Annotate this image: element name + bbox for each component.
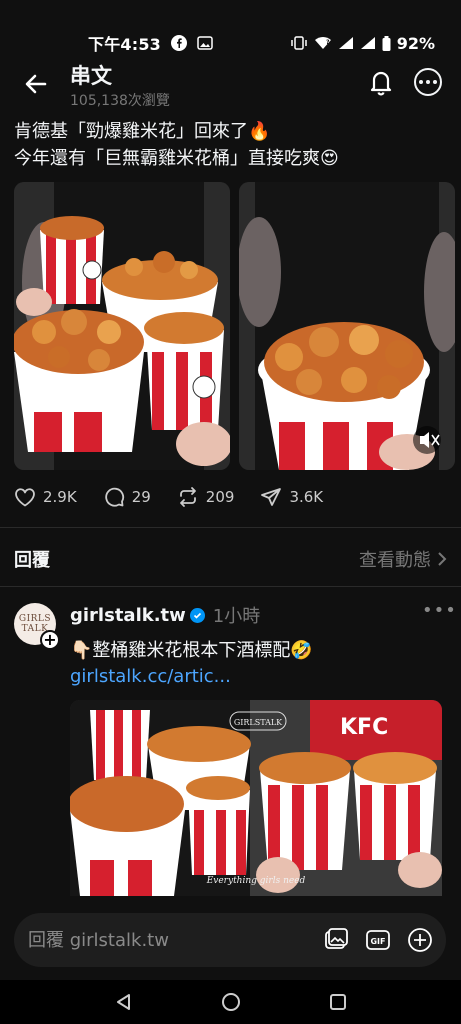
- post-actions: 2.9K 29 209 3.6K: [14, 486, 349, 508]
- image-watermark: GIRLSTALK: [234, 718, 283, 727]
- reply-username[interactable]: girlstalk.tw: [70, 605, 186, 626]
- back-arrow-icon[interactable]: [22, 70, 50, 98]
- more-options-icon[interactable]: [414, 68, 442, 96]
- repost-icon: [179, 487, 196, 507]
- image-caption: Everything girls need: [206, 876, 306, 886]
- comment-count: 29: [131, 488, 151, 506]
- system-nav-bar: [0, 980, 461, 1024]
- reply-header: girlstalk.tw 1小時: [70, 602, 260, 628]
- nav-back-icon[interactable]: [111, 989, 137, 1015]
- reply-time: 1小時: [212, 606, 261, 627]
- wifi-icon: ?: [314, 36, 332, 50]
- reply-text: 👇🏻整桶雞米花根本下酒標配🤣: [70, 636, 313, 662]
- rofl-emoji: 🤣: [290, 640, 313, 661]
- signal-icon-2: [360, 36, 376, 50]
- heart-eyes-emoji: 😍: [320, 148, 339, 169]
- nav-recents-icon[interactable]: [325, 989, 351, 1015]
- avatar-text-1: GIRLS: [18, 614, 52, 624]
- post-line-1: 肯德基「勁爆雞米花」回來了: [14, 121, 248, 142]
- status-bar: 下午4:53 ? 92%: [0, 0, 461, 62]
- divider: [0, 527, 461, 528]
- post-text: 肯德基「勁爆雞米花」回來了🔥 今年還有「巨無霸雞米花桶」直接吃爽😍: [14, 118, 339, 172]
- facebook-icon: [171, 35, 187, 51]
- page-title: 串文: [70, 64, 112, 88]
- post-image-2[interactable]: [239, 182, 455, 470]
- heart-icon: [15, 488, 35, 507]
- verified-badge-icon: [189, 607, 205, 623]
- fire-emoji: 🔥: [248, 121, 271, 142]
- replies-header: 回覆 查看動態: [14, 544, 447, 574]
- bell-icon[interactable]: [366, 67, 396, 97]
- comment-icon: [105, 487, 124, 507]
- top-bar: 串文 105,138次瀏覽: [0, 58, 461, 113]
- reply-text-body: 整桶雞米花根本下酒標配: [92, 640, 291, 661]
- comment-button[interactable]: 29: [103, 486, 151, 508]
- status-time: 下午4:53: [88, 35, 161, 54]
- signal-icon: [338, 36, 354, 50]
- vibrate-icon: [290, 36, 308, 50]
- like-button[interactable]: 2.9K: [14, 487, 77, 507]
- reply-more-icon[interactable]: •••: [422, 600, 457, 621]
- share-button[interactable]: 3.6K: [260, 486, 323, 508]
- reply-link[interactable]: girlstalk.cc/artic...: [70, 666, 231, 687]
- send-icon: [261, 488, 282, 506]
- chevron-right-icon: [438, 552, 447, 566]
- svg-text:GIF: GIF: [370, 937, 385, 946]
- post-image-1[interactable]: [14, 182, 230, 470]
- like-count: 2.9K: [43, 488, 77, 506]
- share-count: 3.6K: [289, 488, 324, 506]
- reply-image[interactable]: KFC GIRLSTALK Everything girls need: [70, 700, 442, 896]
- view-activity-label: 查看動態: [359, 550, 431, 571]
- svg-text:KFC: KFC: [340, 715, 388, 740]
- nav-home-icon[interactable]: [218, 989, 244, 1015]
- post-line-2: 今年還有「巨無霸雞米花桶」直接吃爽: [14, 148, 320, 169]
- replies-title: 回覆: [14, 550, 50, 571]
- view-count: 105,138次瀏覽: [70, 93, 170, 109]
- follow-plus-icon[interactable]: +: [40, 630, 60, 650]
- add-icon[interactable]: [406, 926, 434, 954]
- point-down-emoji: 👇🏻: [70, 640, 93, 661]
- repost-count: 209: [205, 488, 235, 506]
- reply-input[interactable]: [28, 929, 322, 951]
- svg-text:?: ?: [326, 39, 330, 46]
- gif-icon[interactable]: GIF: [364, 926, 392, 954]
- image-icon[interactable]: [322, 926, 350, 954]
- reply-composer: GIF: [14, 913, 446, 967]
- battery-percent: 92%: [396, 33, 435, 53]
- battery-icon: [382, 35, 391, 51]
- divider: [0, 586, 461, 587]
- gallery-icon: [197, 36, 213, 50]
- repost-button[interactable]: 209: [177, 486, 235, 508]
- view-activity-link[interactable]: 查看動態: [359, 546, 447, 572]
